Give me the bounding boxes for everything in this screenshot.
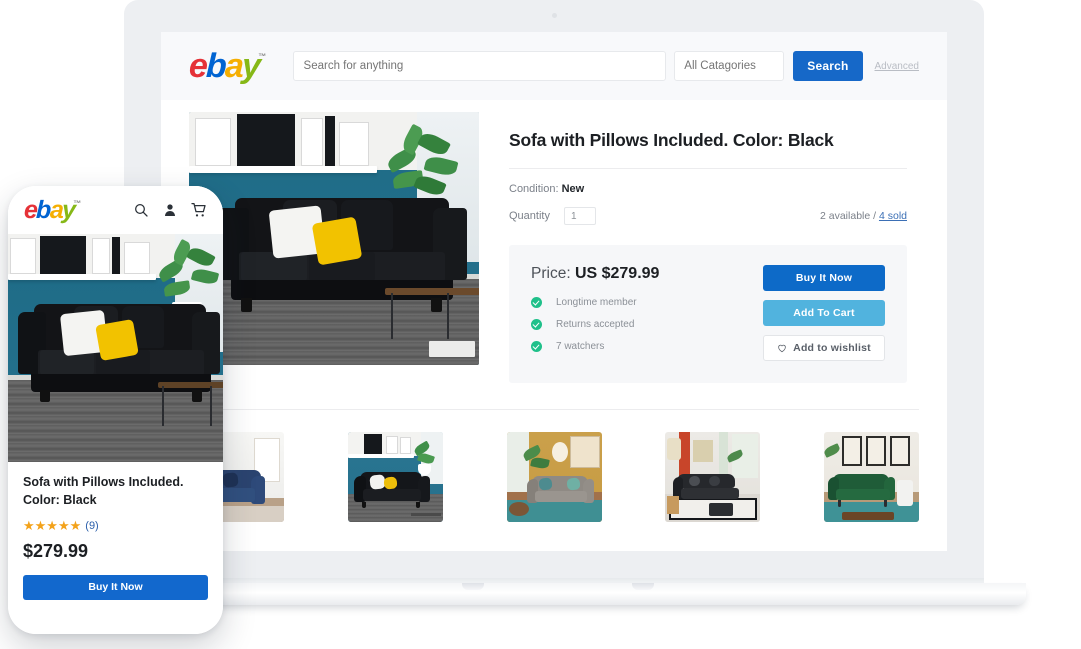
- thumbnail-item[interactable]: [506, 432, 602, 522]
- condition-label: Condition:: [509, 183, 559, 195]
- price-label: Price:: [531, 265, 571, 282]
- purchase-box-actions: Buy It Now Add To Cart Add to wishlist: [763, 265, 885, 363]
- scene-black-sofa-teal: [189, 112, 479, 365]
- mobile-header: e b a y ™: [8, 186, 223, 234]
- product-page-body: Sofa with Pillows Included. Color: Black…: [161, 100, 947, 546]
- cart-icon[interactable]: [191, 202, 207, 218]
- title-divider: [509, 168, 907, 169]
- laptop-camera-icon: [551, 13, 557, 18]
- search-icon[interactable]: [133, 202, 149, 218]
- check-circle-icon: [531, 297, 542, 308]
- laptop-base: [82, 583, 1026, 605]
- search-button[interactable]: Search: [793, 51, 863, 81]
- feature-item-longtime-member: Longtime member: [531, 297, 763, 308]
- mobile-buy-it-now-button[interactable]: Buy It Now: [23, 574, 208, 600]
- wishlist-label: Add to wishlist: [793, 342, 871, 354]
- laptop-device-mockup: e b a y ™ Search Advanced: [82, 0, 1026, 605]
- check-circle-icon: [531, 319, 542, 330]
- logo-trademark: ™: [72, 198, 81, 208]
- ebay-logo[interactable]: e b a y ™: [188, 47, 265, 85]
- logo-letter-a: a: [224, 47, 243, 85]
- phone-device-mockup: e b a y ™ Sofa with Pillows Included. Co…: [8, 186, 223, 634]
- star-rating-icons: ★★★★★: [23, 517, 82, 533]
- check-circle-icon: [531, 341, 542, 352]
- laptop-screen: e b a y ™ Search Advanced: [161, 32, 947, 551]
- ebay-site-header: e b a y ™ Search Advanced: [161, 32, 947, 100]
- logo-letter-y: y: [240, 47, 260, 85]
- mobile-ebay-logo[interactable]: e b a y ™: [24, 195, 81, 224]
- feature-label: 7 watchers: [556, 341, 605, 352]
- purchase-box: Price: US $279.99 Longtime member Return: [509, 245, 907, 383]
- screenshot-root: e b a y ™ Search Advanced: [0, 0, 1081, 649]
- availability-text: 2 available / 4 sold: [820, 210, 907, 222]
- mobile-rating: ★★★★★ (9): [23, 518, 208, 534]
- product-main-row: Sofa with Pillows Included. Color: Black…: [189, 100, 919, 383]
- product-details-column: Sofa with Pillows Included. Color: Black…: [509, 112, 919, 383]
- feature-label: Returns accepted: [556, 319, 635, 330]
- thumbnail-item[interactable]: [824, 432, 919, 522]
- thumbnail-item[interactable]: [665, 432, 761, 522]
- heart-icon: [778, 344, 786, 353]
- review-count: (9): [85, 519, 99, 532]
- mobile-product-image[interactable]: [8, 234, 223, 462]
- logo-letter-b: b: [35, 195, 51, 224]
- laptop-base-notch: [632, 583, 654, 590]
- feature-item-watchers: 7 watchers: [531, 341, 763, 352]
- thumbnail-item[interactable]: [347, 432, 443, 522]
- mobile-product-title: Sofa with Pillows Included. Color: Black: [23, 475, 184, 507]
- related-thumbnails-row: [189, 410, 919, 546]
- condition-value: New: [561, 183, 585, 195]
- logo-letter-b: b: [205, 47, 226, 85]
- quantity-label: Quantity: [509, 210, 550, 222]
- logo-trademark: ™: [257, 52, 266, 61]
- mobile-price: $279.99: [23, 540, 89, 561]
- search-input[interactable]: [292, 51, 667, 81]
- account-icon[interactable]: [162, 202, 178, 218]
- mobile-header-icons: [133, 202, 207, 218]
- price-value: US $279.99: [574, 265, 660, 282]
- laptop-base-notch: [462, 583, 484, 590]
- phone-screen: e b a y ™ Sofa with Pillows Included. Co…: [8, 186, 223, 634]
- sold-count-link[interactable]: 4 sold: [879, 210, 907, 222]
- buy-it-now-button[interactable]: Buy It Now: [763, 265, 885, 291]
- add-to-cart-button[interactable]: Add To Cart: [763, 300, 885, 326]
- advanced-search-link[interactable]: Advanced: [875, 61, 919, 72]
- product-title: Sofa with Pillows Included. Color: Black: [509, 130, 834, 150]
- quantity-row: Quantity 2 available / 4 sold: [509, 207, 907, 225]
- add-to-wishlist-button[interactable]: Add to wishlist: [763, 335, 885, 361]
- logo-letter-e: e: [188, 47, 207, 85]
- purchase-box-left: Price: US $279.99 Longtime member Return: [531, 265, 763, 363]
- feature-item-returns-accepted: Returns accepted: [531, 319, 763, 330]
- product-main-image[interactable]: [189, 112, 479, 365]
- condition-row: Condition: New: [509, 183, 907, 195]
- feature-label: Longtime member: [556, 297, 637, 308]
- mobile-product-info: Sofa with Pillows Included. Color: Black…: [8, 462, 223, 562]
- scene-black-sofa-teal-mobile: [8, 234, 223, 462]
- price-row: Price: US $279.99: [531, 265, 763, 283]
- quantity-input[interactable]: [563, 207, 596, 225]
- category-select-input[interactable]: [674, 51, 785, 81]
- available-count: 2 available /: [820, 210, 877, 222]
